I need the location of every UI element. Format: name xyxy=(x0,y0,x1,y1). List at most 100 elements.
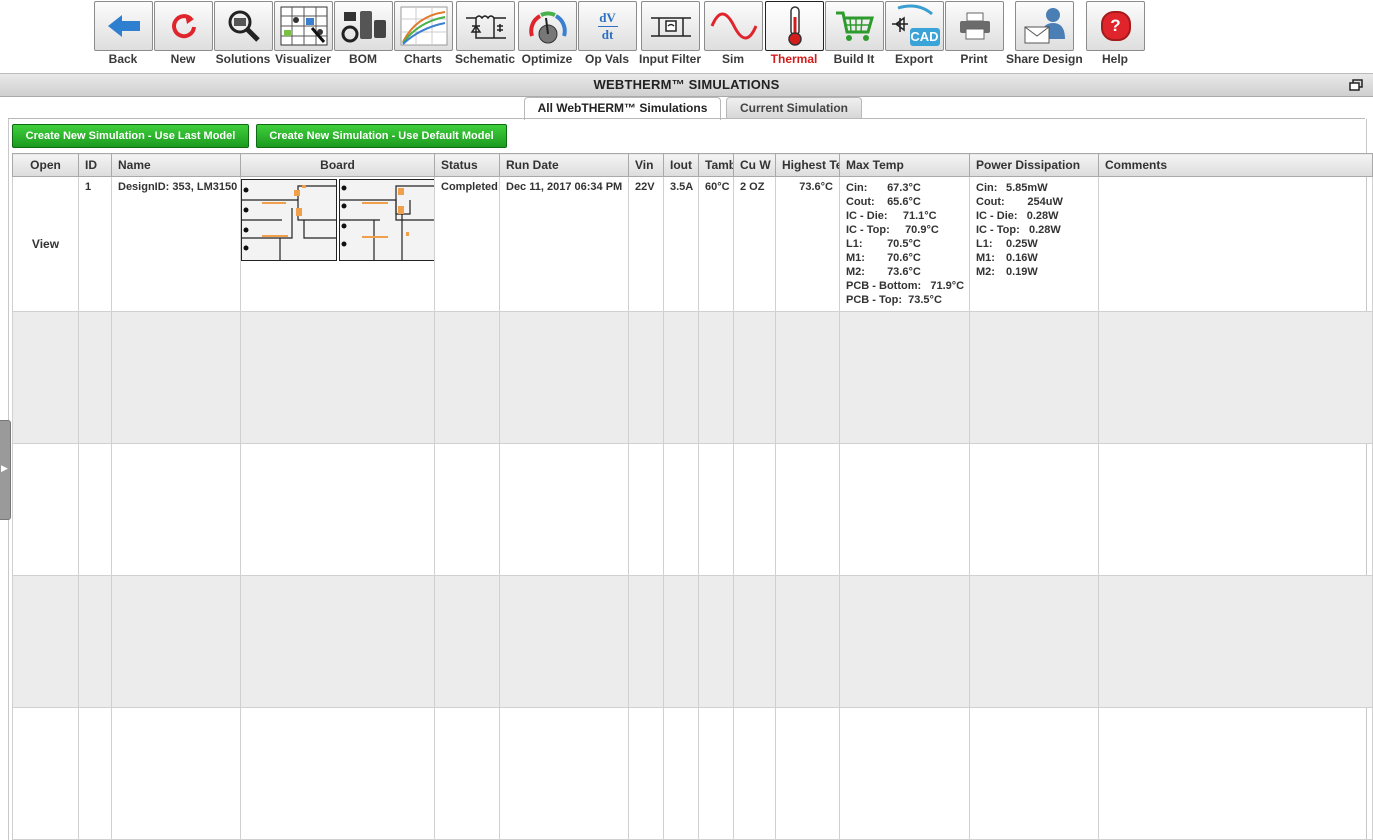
power-ic-die: IC - Die: 0.28W xyxy=(976,210,1059,222)
column-header-open[interactable]: Open xyxy=(12,153,79,177)
cell-iout: 3.5A xyxy=(670,181,694,193)
cell-board xyxy=(240,176,435,312)
toolbar-back-button[interactable]: Back xyxy=(93,0,153,70)
toolbar-share-design-button[interactable]: Share Design xyxy=(1006,0,1083,70)
toolbar-build-it-button[interactable]: Build It xyxy=(824,0,884,70)
toolbar-label: Print xyxy=(960,52,988,66)
max-temp-ic-die: IC - Die: 71.1°C xyxy=(846,210,937,222)
sine-wave-icon xyxy=(710,8,758,44)
filter-circuit-icon xyxy=(649,8,693,44)
column-header-tamb[interactable]: Tamb xyxy=(698,153,734,177)
toolbar-export-button[interactable]: CAD Export xyxy=(884,0,944,70)
cell-highest-temp: 73.6°C xyxy=(799,181,833,193)
power-cin: Cin: 5.85mW xyxy=(976,182,1048,194)
column-header-highest-temp[interactable]: Highest Te xyxy=(775,153,840,177)
column-header-id[interactable]: ID xyxy=(78,153,112,177)
toolbar-bom-button[interactable]: BOM xyxy=(333,0,393,70)
column-header-comments[interactable]: Comments xyxy=(1098,153,1373,177)
chart-curves-icon xyxy=(400,6,448,46)
tab-current-simulation[interactable]: Current Simulation xyxy=(726,97,862,119)
restore-window-icon[interactable] xyxy=(1349,79,1363,91)
column-header-run-date[interactable]: Run Date xyxy=(499,153,629,177)
grid-header-row: Open ID Name Board Status Run Date Vin I… xyxy=(12,153,1373,177)
toolbar-charts-button[interactable]: Charts xyxy=(393,0,453,70)
toolbar-label: Share Design xyxy=(1006,52,1083,66)
shopping-cart-icon xyxy=(834,8,876,44)
cell-name: DesignID: 353, LM3150 xyxy=(118,181,238,193)
max-temp-ic-top: IC - Top: 70.9°C xyxy=(846,224,939,236)
help-icon: ? xyxy=(1100,11,1131,41)
max-temp-cout: Cout: 65.6°C xyxy=(846,196,921,208)
toolbar-solutions-button[interactable]: Solutions xyxy=(213,0,273,70)
column-header-board[interactable]: Board xyxy=(240,153,435,177)
table-row xyxy=(12,443,1373,576)
column-header-name[interactable]: Name xyxy=(111,153,241,177)
column-header-status[interactable]: Status xyxy=(434,153,500,177)
toolbar-sim-button[interactable]: Sim xyxy=(703,0,763,70)
tab-all-simulations[interactable]: All WebTHERM™ Simulations xyxy=(524,97,721,120)
max-temp-pcb-bottom: PCB - Bottom: 71.9°C xyxy=(846,280,965,292)
max-temp-m1: M1: 70.6°C xyxy=(846,252,921,264)
toolbar-new-button[interactable]: New xyxy=(153,0,213,70)
toolbar-optimize-button[interactable]: Optimize xyxy=(517,0,577,70)
cell-vin: 22V xyxy=(635,181,655,193)
dv-dt-icon: dV dt xyxy=(597,9,618,42)
power-ic-top: IC - Top: 0.28W xyxy=(976,224,1061,236)
toolbar-schematic-button[interactable]: Schematic xyxy=(455,0,515,70)
cell-comments[interactable] xyxy=(1098,176,1373,312)
create-simulation-default-model-button[interactable]: Create New Simulation - Use Default Mode… xyxy=(256,124,507,148)
share-person-icon xyxy=(1021,5,1069,47)
dial-icon xyxy=(526,6,570,46)
visualizer-grid-icon xyxy=(280,6,328,46)
power-m1: M1: 0.16W xyxy=(976,252,1038,264)
magnifier-icon xyxy=(226,8,262,44)
cad-icon: CAD xyxy=(888,4,942,48)
main-toolbar: Back New Solutions Visualizer BOM Charts… xyxy=(0,0,1373,71)
column-header-vin[interactable]: Vin xyxy=(628,153,664,177)
cell-max-temp: Cin: 67.3°C Cout: 65.6°C IC - Die: 71.1°… xyxy=(841,178,969,311)
toolbar-print-button[interactable]: Print xyxy=(944,0,1004,70)
simulation-tabs: All WebTHERM™ Simulations Current Simula… xyxy=(0,96,1373,120)
back-arrow-icon xyxy=(104,11,144,41)
board-bottom-thumbnail[interactable] xyxy=(339,179,434,261)
simulations-grid: Open ID Name Board Status Run Date Vin I… xyxy=(12,153,1373,840)
cell-tamb: 60°C xyxy=(705,181,730,193)
board-top-thumbnail[interactable] xyxy=(241,179,337,261)
create-simulation-last-model-button[interactable]: Create New Simulation - Use Last Model xyxy=(12,124,249,148)
view-link[interactable]: View xyxy=(12,176,79,312)
max-temp-l1: L1: 70.5°C xyxy=(846,238,921,250)
column-header-power-dissipation[interactable]: Power Dissipation xyxy=(969,153,1099,177)
max-temp-m2: M2: 73.6°C xyxy=(846,266,921,278)
cell-run-date: Dec 11, 2017 06:34 PM xyxy=(506,181,623,193)
side-panel-toggle[interactable]: ▶ xyxy=(0,420,11,520)
printer-icon xyxy=(958,11,992,41)
toolbar-op-vals-button[interactable]: dV dt Op Vals xyxy=(577,0,637,70)
schematic-icon xyxy=(464,8,508,44)
column-header-iout[interactable]: Iout xyxy=(663,153,699,177)
column-header-max-temp[interactable]: Max Temp xyxy=(839,153,970,177)
toolbar-thermal-button[interactable]: Thermal xyxy=(764,0,824,70)
table-row[interactable]: View 1 DesignID: 353, LM3150 Completed D… xyxy=(12,176,1373,312)
cell-cu-weight: 2 OZ xyxy=(740,181,765,193)
page-title: WEBTHERM™ SIMULATIONS xyxy=(593,77,780,92)
title-bar: WEBTHERM™ SIMULATIONS xyxy=(0,73,1373,97)
thermometer-icon xyxy=(785,5,805,47)
table-row xyxy=(12,575,1373,708)
power-m2: M2: 0.19W xyxy=(976,266,1038,278)
toolbar-input-filter-button[interactable]: Input Filter xyxy=(639,0,701,70)
power-l1: L1: 0.25W xyxy=(976,238,1038,250)
components-icon xyxy=(340,8,388,44)
power-cout: Cout: 254uW xyxy=(976,196,1063,208)
toolbar-help-button[interactable]: ? Help xyxy=(1085,0,1145,70)
max-temp-pcb-top: PCB - Top: 73.5°C xyxy=(846,294,942,306)
cell-id: 1 xyxy=(85,181,92,193)
expand-arrow-icon: ▶ xyxy=(1,463,8,473)
max-temp-cin: Cin: 67.3°C xyxy=(846,182,921,194)
column-header-cu-weight[interactable]: Cu W xyxy=(733,153,776,177)
toolbar-label: Help xyxy=(1101,52,1128,66)
table-row xyxy=(12,707,1373,840)
cell-power-dissipation: Cin: 5.85mW Cout: 254uW IC - Die: 0.28W I… xyxy=(971,178,1098,284)
toolbar-visualizer-button[interactable]: Visualizer xyxy=(273,0,333,70)
table-row xyxy=(12,311,1373,444)
refresh-icon xyxy=(169,11,199,41)
